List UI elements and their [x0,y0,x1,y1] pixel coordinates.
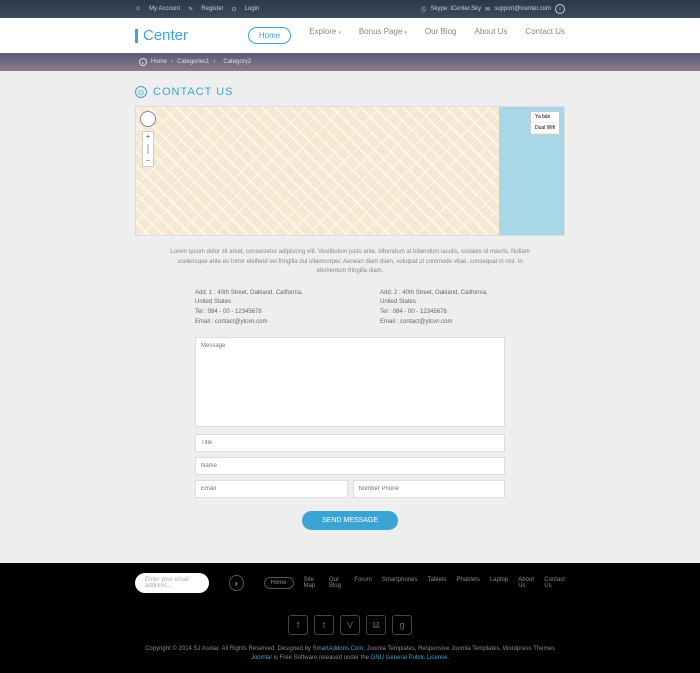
address-block-2: Add. 2 : 40th Street, Oakland, Californi… [380,289,505,327]
joomla-link[interactable]: Joomla! [251,655,272,661]
name-input[interactable] [195,457,505,475]
nav-home[interactable]: Home [248,27,291,44]
skype-icon: Ⓢ [420,5,426,14]
search-icon[interactable]: ⌕ [555,4,565,14]
footer-nav-about[interactable]: About Us [518,577,534,589]
breadcrumb-cat2: Category2 [223,59,251,65]
skype-text: Skype: iCenter.Sky [430,6,481,12]
support-email: support@icenter.com [494,6,551,12]
description-text: Lorem ipsum dolor sit amet, consectetur … [135,236,565,289]
login-icon: ⊙ [232,6,237,13]
map-type-switch[interactable]: Ya bản Dual Wifi [530,111,560,135]
title-input[interactable] [195,434,505,452]
nav-about[interactable]: About Us [475,27,508,44]
gnu-link[interactable]: GNU General Public License. [371,655,449,661]
mail-icon: ✉ [485,6,490,13]
zoom-out-icon[interactable]: − [143,156,153,166]
footer-nav-forum[interactable]: Forum [354,577,371,589]
location-icon: ⊙ [135,86,147,98]
footer-nav-smartphones[interactable]: Smartphones [382,577,418,589]
breadcrumb-home[interactable]: Home [151,59,167,65]
chevron-down-icon: ▾ [404,30,407,36]
phone-input[interactable] [353,480,506,498]
newsletter-input[interactable]: Enter your email address... [135,573,209,593]
facebook-icon[interactable]: f [288,615,308,635]
map[interactable]: + − Ya bản Dual Wifi [135,106,565,236]
smartaddons-link[interactable]: SmartAddons.Com [313,646,364,652]
email-input[interactable] [195,480,348,498]
register-icon: ✎ [188,6,193,13]
breadcrumb-icon: ▸ [139,58,147,66]
nav-explore[interactable]: Explore▾ [309,27,341,44]
google-icon[interactable]: g [392,615,412,635]
footer-nav-tablets[interactable]: Tablets [427,577,446,589]
footer-nav-sitemap[interactable]: Site Map [304,577,319,589]
myaccount-link[interactable]: My Account [149,6,180,12]
address-block-1: Add. 1 : 40th Street, Oakland, Californi… [195,289,320,327]
footer-nav-laptop[interactable]: Laptop [490,577,508,589]
send-button[interactable]: SEND MESSAGE [302,511,398,530]
footer-nav-phablets[interactable]: Phablets [456,577,479,589]
nav-contact[interactable]: Contact Us [525,27,565,44]
page-title: CONTACT US [153,86,234,98]
twitter-icon[interactable]: t [314,615,334,635]
newsletter-submit[interactable]: › [229,575,244,591]
breadcrumb-cat1[interactable]: Categories1 [177,59,209,65]
chevron-down-icon: ▾ [338,30,341,36]
footer-nav-contact[interactable]: Contact Us [544,577,565,589]
zoom-in-icon[interactable]: + [143,132,153,142]
nav-blog[interactable]: Our Blog [425,27,457,44]
user-icon: ☺ [135,6,141,12]
register-link[interactable]: Register [201,6,223,12]
vimeo-icon[interactable]: V [340,615,360,635]
copyright-text: Copyright © 2014 SJ Asolar. All Rights R… [135,645,565,663]
nav-bonus[interactable]: Bonus Page▾ [359,27,407,44]
map-compass-icon[interactable] [140,111,156,127]
message-input[interactable] [195,337,505,427]
logo[interactable]: Center [135,27,188,44]
footer-nav-blog[interactable]: Our Blog [329,577,344,589]
login-link[interactable]: Login [245,6,260,12]
footer-nav-home[interactable]: Home [264,577,294,589]
map-zoom-control[interactable]: + − [142,131,154,167]
rss-icon[interactable]: 𝍇 [366,615,386,635]
